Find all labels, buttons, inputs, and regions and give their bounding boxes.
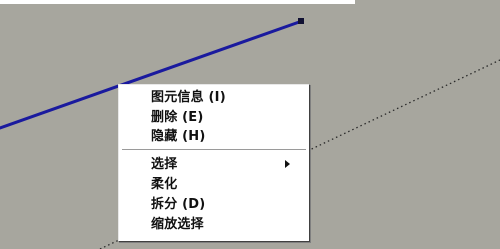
menu-item-entity-info[interactable]: 图元信息 (I): [120, 88, 308, 107]
menu-item-zoom-selection[interactable]: 缩放选择: [120, 215, 308, 234]
menu-item-label: 缩放选择: [151, 217, 204, 232]
submenu-arrow-icon: [285, 160, 290, 168]
menu-item-label: 图元信息 (I): [151, 90, 226, 105]
menu-item-label: 隐藏 (H): [151, 129, 206, 144]
menu-item-soften[interactable]: 柔化: [120, 175, 308, 194]
menu-item-delete[interactable]: 删除 (E): [120, 108, 308, 127]
menu-item-label: 选择: [151, 157, 178, 172]
menu-item-label: 拆分 (D): [151, 197, 206, 212]
context-menu: 图元信息 (I) 删除 (E) 隐藏 (H) 选择 柔化 拆分 (D) 缩放选择: [118, 84, 310, 242]
edge-endpoint: [298, 18, 304, 24]
menu-separator: [122, 149, 306, 151]
menu-item-hide[interactable]: 隐藏 (H): [120, 127, 308, 146]
menu-item-select[interactable]: 选择: [120, 155, 308, 174]
menu-item-divide[interactable]: 拆分 (D): [120, 195, 308, 214]
menu-item-label: 柔化: [151, 177, 178, 192]
menu-item-label: 删除 (E): [151, 110, 204, 125]
